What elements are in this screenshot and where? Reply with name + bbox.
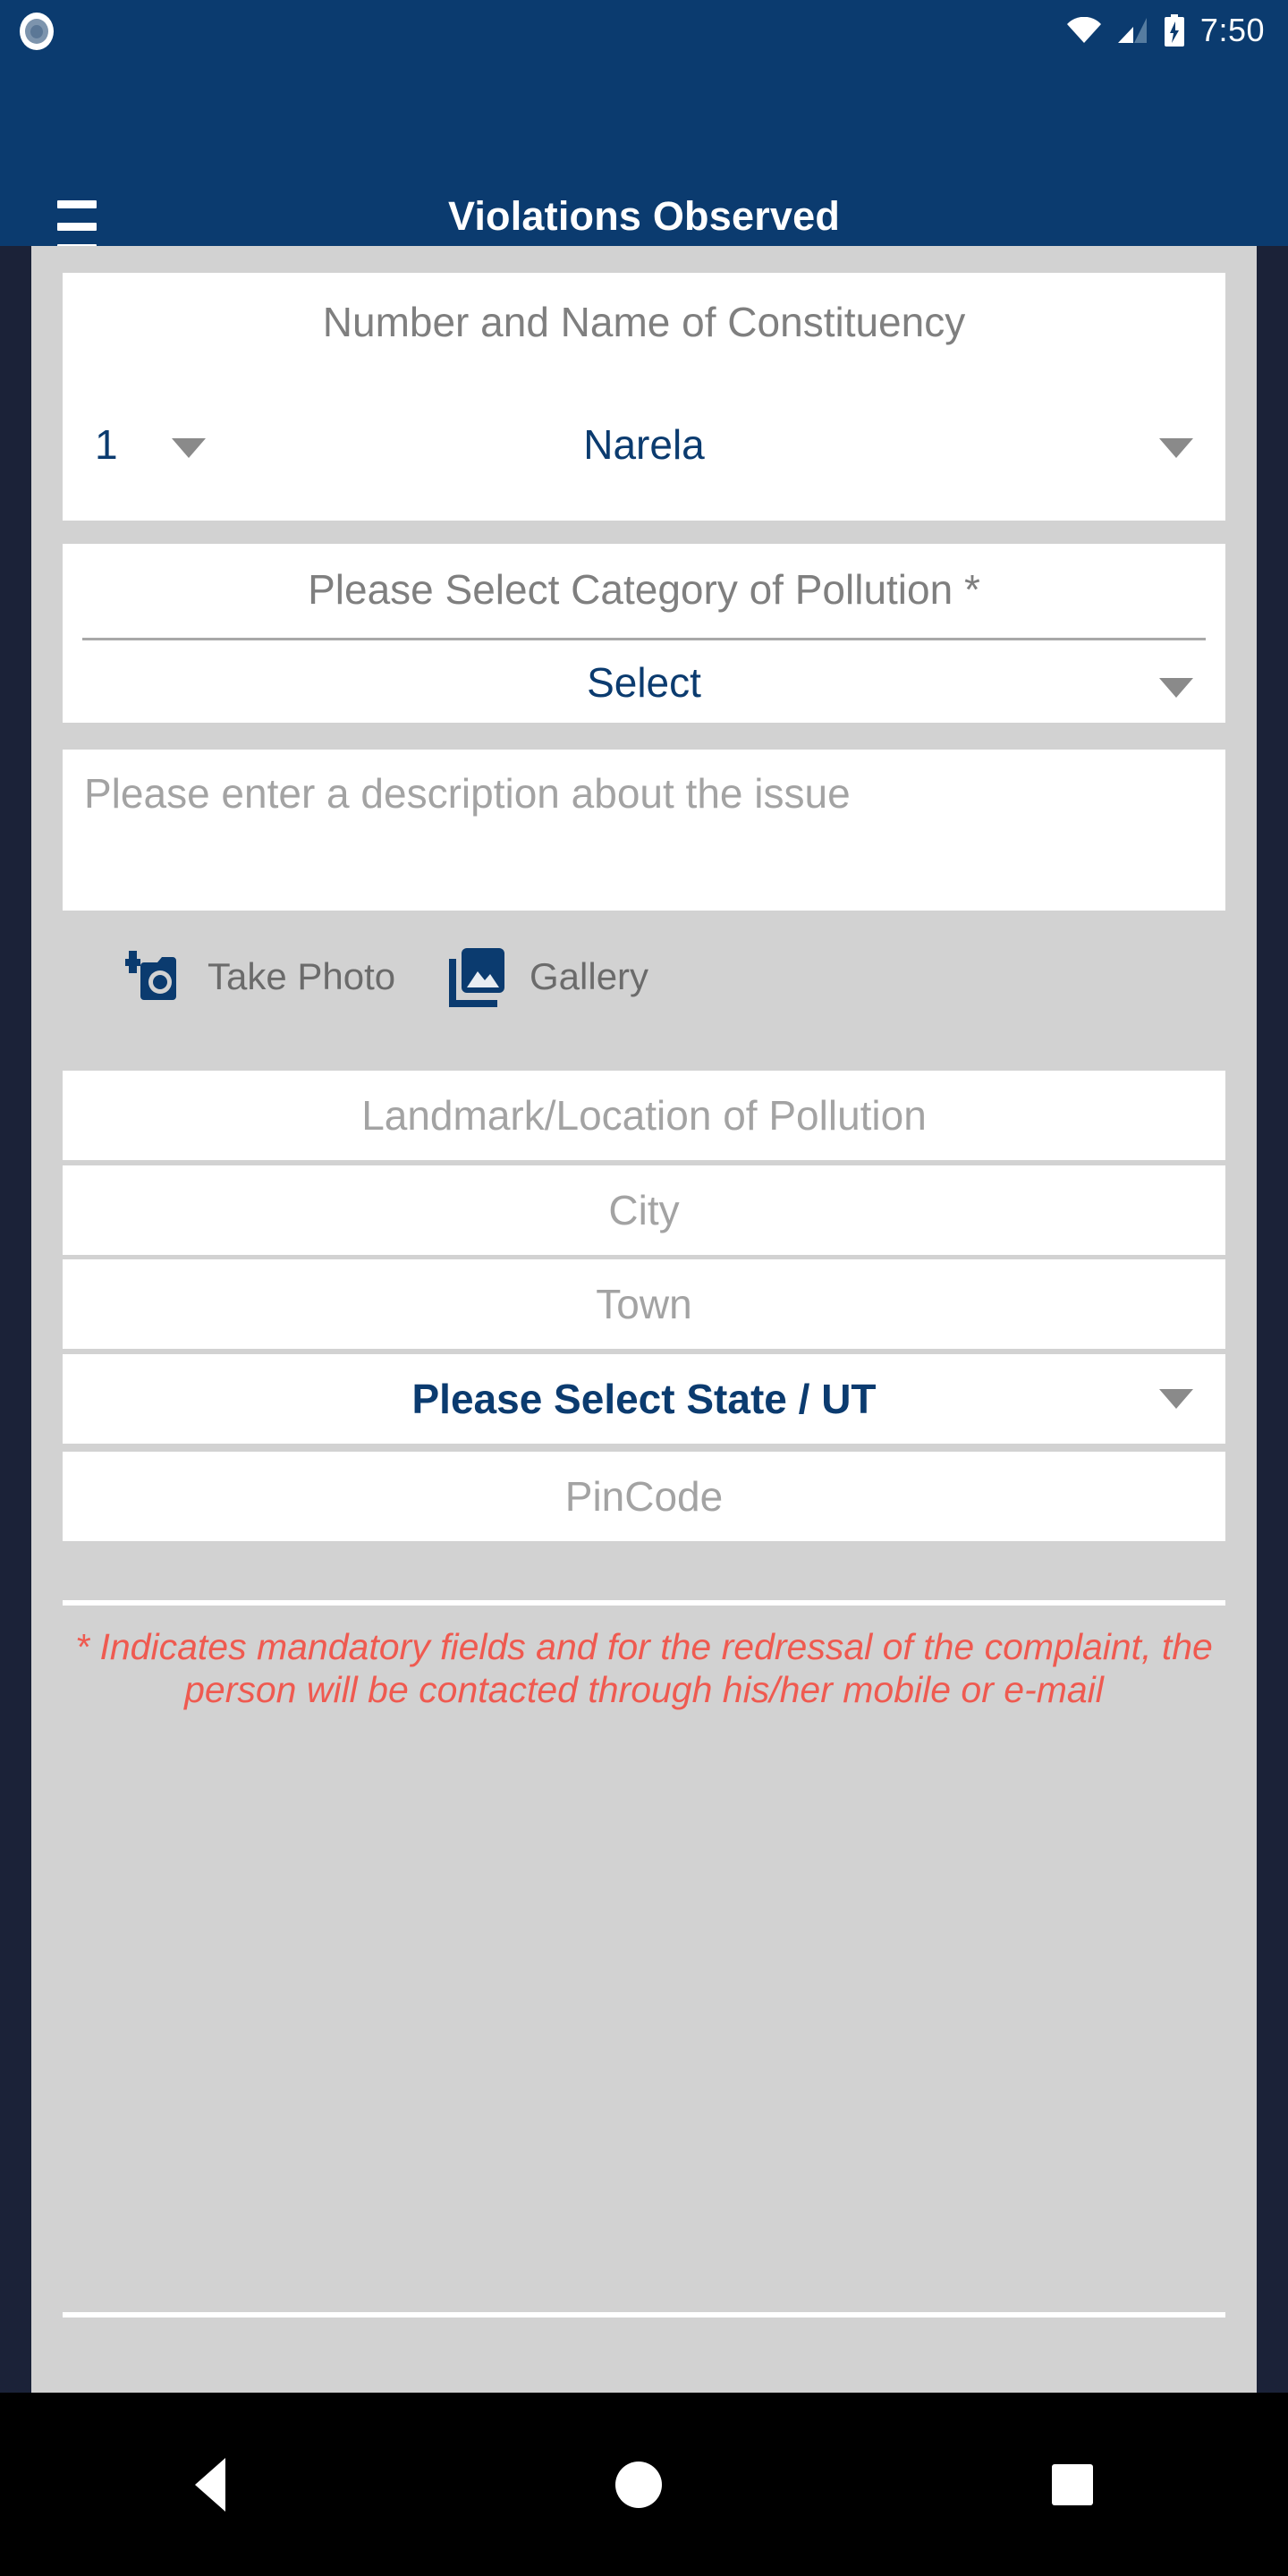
phone-screen: 7:50 Violations Observed Number and Name…	[0, 0, 1288, 2576]
app-bar: Violations Observed	[0, 61, 1288, 252]
town-input[interactable]: Town	[63, 1259, 1225, 1349]
pincode-input[interactable]: PinCode	[63, 1452, 1225, 1541]
page-title: Violations Observed	[447, 193, 841, 239]
form-panel: Number and Name of Constituency 1 Narela…	[31, 246, 1257, 2393]
wifi-icon	[1066, 17, 1101, 43]
constituency-row: 1 Narela	[63, 401, 1225, 499]
chevron-down-icon[interactable]	[1159, 678, 1193, 698]
home-circle-icon[interactable]	[615, 2461, 662, 2508]
notification-dot-icon	[16, 9, 55, 52]
divider	[63, 1600, 1225, 1606]
system-navigation-bar	[0, 2393, 1288, 2576]
constituency-name-value[interactable]: Narela	[63, 420, 1225, 469]
recents-square-icon[interactable]	[1052, 2463, 1093, 2505]
photo-actions-row: Take Photo Gallery	[63, 930, 1225, 1029]
state-select-value[interactable]: Please Select State / UT	[63, 1354, 1225, 1444]
battery-charging-icon	[1164, 14, 1184, 47]
gallery-button[interactable]: Gallery	[447, 946, 648, 1007]
constituency-card: Number and Name of Constituency 1 Narela	[63, 273, 1225, 521]
description-card[interactable]: Please enter a description about the iss…	[63, 750, 1225, 911]
gallery-label: Gallery	[530, 955, 649, 997]
take-photo-label: Take Photo	[208, 955, 396, 997]
landmark-input[interactable]: Landmark/Location of Pollution	[63, 1071, 1225, 1160]
chevron-down-icon[interactable]	[1159, 1389, 1193, 1409]
pincode-card[interactable]: PinCode	[63, 1452, 1225, 1541]
city-input[interactable]: City	[63, 1165, 1225, 1255]
back-triangle-icon[interactable]	[195, 2457, 225, 2512]
landmark-card[interactable]: Landmark/Location of Pollution	[63, 1071, 1225, 1160]
divider	[63, 2312, 1225, 2318]
city-card[interactable]: City	[63, 1165, 1225, 1255]
category-card: Please Select Category of Pollution * Se…	[63, 544, 1225, 723]
status-bar-left	[0, 9, 55, 52]
signal-icon	[1117, 18, 1147, 43]
chevron-down-icon[interactable]	[1159, 438, 1193, 458]
status-bar-clock: 7:50	[1199, 12, 1265, 48]
add-a-photo-icon	[125, 951, 176, 1000]
status-bar-right: 7:50	[1066, 12, 1288, 49]
category-select-value[interactable]: Select	[63, 658, 1225, 707]
town-card[interactable]: Town	[63, 1259, 1225, 1349]
mandatory-fields-note: * Indicates mandatory fields and for the…	[75, 1626, 1213, 1711]
status-bar: 7:50	[0, 0, 1288, 61]
description-input[interactable]: Please enter a description about the iss…	[84, 769, 1202, 818]
take-photo-button[interactable]: Take Photo	[125, 946, 395, 1007]
photo-library-icon	[449, 948, 504, 1007]
constituency-label: Number and Name of Constituency	[322, 299, 966, 345]
divider	[82, 638, 1206, 640]
category-label: Please Select Category of Pollution *	[308, 566, 980, 613]
state-card[interactable]: Please Select State / UT	[63, 1354, 1225, 1444]
